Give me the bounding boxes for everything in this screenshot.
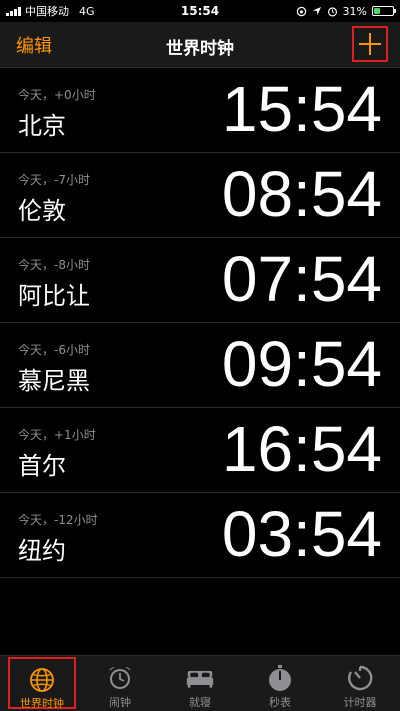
clock-row[interactable]: 今天，+0小时 北京 15:54 [0,68,400,153]
rotation-lock-icon [296,6,306,16]
clock-row[interactable]: 今天，-6小时 慕尼黑 09:54 [0,323,400,408]
time-offset: 今天，-8小时 [18,258,90,272]
clock-time: 07:54 [221,243,382,315]
tab-timer[interactable]: 计时器 [320,656,400,711]
clock-row[interactable]: 今天，-8小时 阿比让 07:54 [0,238,400,323]
tab-label: 闹钟 [109,696,131,709]
clock-time: 16:54 [221,413,382,485]
plus-icon [359,33,381,55]
clock-time: 15:54 [221,73,382,145]
tab-label: 秒表 [269,696,291,709]
tab-label: 世界时钟 [20,697,64,710]
world-clock-list: 今天，+0小时 北京 15:54 今天，-7小时 伦敦 08:54 今天，-8小… [0,68,400,578]
battery-icon [372,6,396,16]
clock-time: 09:54 [221,328,382,400]
carrier-label: 中国移动 [25,5,69,18]
tab-alarm[interactable]: 闹钟 [80,656,160,711]
city-name: 北京 [18,112,66,140]
alarm-icon [327,6,337,16]
clock-row[interactable]: 今天，-12小时 纽约 03:54 [0,493,400,578]
battery-percent: 31% [342,4,367,18]
time-offset: 今天，-6小时 [18,343,90,357]
tab-world-clock[interactable]: 世界时钟 [8,657,76,710]
add-clock-button[interactable] [352,26,388,62]
time-offset: 今天，-12小时 [18,513,98,527]
alarm-clock-icon [106,664,134,692]
stopwatch-icon [266,664,294,692]
city-name: 伦敦 [18,197,66,225]
time-offset: 今天，-7小时 [18,173,90,187]
signal-strength-icon [6,6,21,16]
tab-bedtime[interactable]: 就寝 [160,656,240,711]
bed-icon [186,664,214,692]
tab-stopwatch[interactable]: 秒表 [240,656,320,711]
globe-icon [28,667,56,693]
location-icon [312,7,321,15]
city-name: 纽约 [18,537,66,565]
network-type: 4G [79,4,95,18]
tab-label: 就寝 [189,696,211,709]
clock-time: 03:54 [221,498,382,570]
navigation-bar: 编辑 世界时钟 [0,22,400,68]
timer-icon [346,664,374,692]
clock-row[interactable]: 今天，-7小时 伦敦 08:54 [0,153,400,238]
city-name: 首尔 [18,452,66,480]
clock-time: 08:54 [221,158,382,230]
tab-label: 计时器 [343,696,377,709]
status-bar: 中国移动 4G 15:54 31% [0,0,400,22]
city-name: 阿比让 [18,282,90,310]
page-title: 世界时钟 [166,39,234,59]
tab-bar: 世界时钟 闹钟 就寝 秒表 计时器 [0,655,400,711]
clock-row[interactable]: 今天，+1小时 首尔 16:54 [0,408,400,493]
city-name: 慕尼黑 [18,367,90,395]
time-offset: 今天，+0小时 [18,88,96,102]
time-offset: 今天，+1小时 [18,428,96,442]
